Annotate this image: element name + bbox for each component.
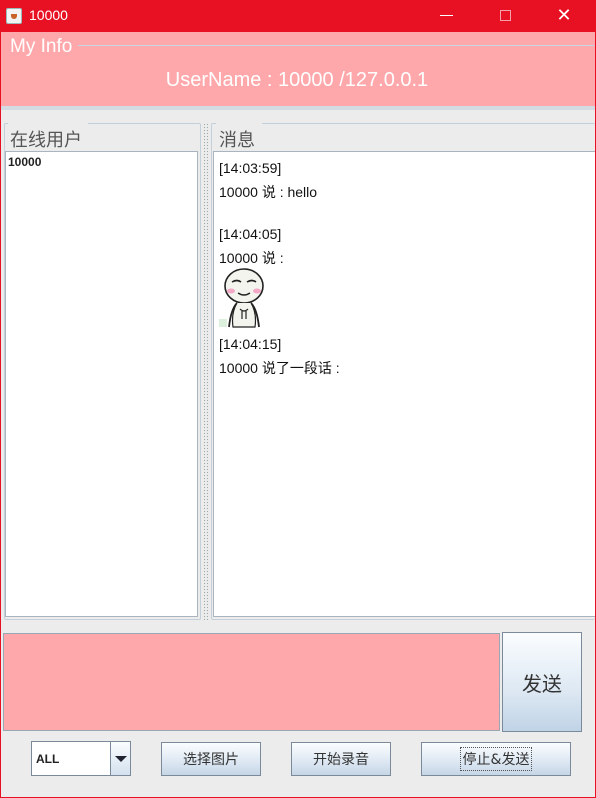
maximize-button[interactable] (483, 0, 529, 32)
close-icon: ✕ (556, 5, 572, 26)
emoji-sticker-image (219, 267, 269, 329)
info-border-line (78, 45, 594, 46)
online-users-legend: 在线用户 (10, 130, 82, 151)
stop-and-send-label: 停止&发送 (459, 747, 533, 771)
dropdown-button[interactable] (110, 742, 130, 775)
message-timestamp: [14:03:59] (219, 160, 282, 176)
stop-and-send-button[interactable]: 停止&发送 (421, 742, 571, 776)
recipient-select[interactable]: ALL (31, 741, 131, 776)
recipient-select-value: ALL (36, 752, 60, 766)
username-label: UserName : 10000 /127.0.0.1 (165, 69, 429, 91)
choose-image-button[interactable]: 选择图片 (161, 742, 261, 776)
start-recording-button[interactable]: 开始录音 (291, 742, 391, 776)
message-text: 10000 说 : (219, 250, 284, 266)
send-button[interactable]: 发送 (502, 632, 582, 732)
messages-legend: 消息 (219, 130, 255, 151)
list-item[interactable]: 10000 (8, 155, 41, 169)
minimize-icon (440, 15, 453, 16)
maximize-icon (500, 10, 511, 21)
my-info-legend: My Info (10, 36, 73, 57)
window-border-left (0, 32, 1, 798)
online-users-list[interactable] (5, 151, 198, 617)
split-pane-divider[interactable] (203, 123, 209, 620)
window-title: 10000 (29, 7, 68, 23)
message-timestamp: [14:04:05] (219, 226, 282, 242)
close-button[interactable]: ✕ (541, 0, 587, 32)
message-timestamp: [14:04:15] (219, 336, 282, 352)
dropdown-arrow-icon (115, 756, 127, 762)
minimize-button[interactable] (424, 0, 470, 32)
message-text: 10000 说了一段话 : (219, 360, 340, 376)
messages-area[interactable] (213, 151, 595, 617)
message-input[interactable] (3, 633, 500, 731)
message-text: 10000 说 : hello (219, 184, 318, 200)
java-app-icon (6, 8, 22, 24)
title-bar[interactable]: 10000 ✕ (0, 0, 596, 32)
info-border-bottom (1, 106, 595, 110)
